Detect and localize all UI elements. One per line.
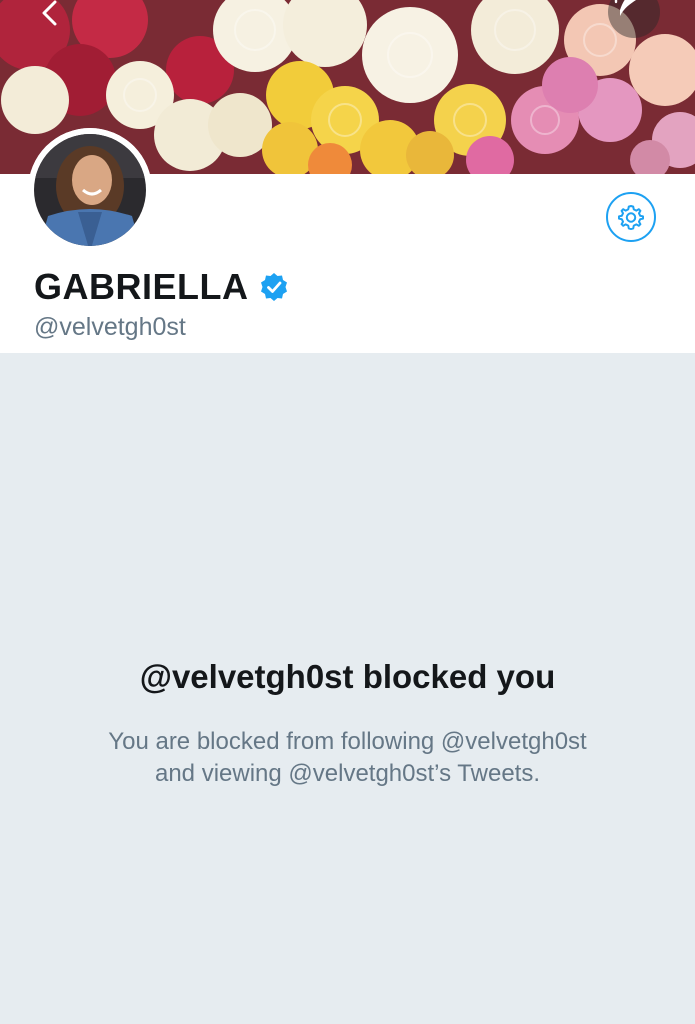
display-name: GABRIELLA xyxy=(34,266,249,307)
profile-handle: @velvetgh0st xyxy=(34,313,186,341)
avatar[interactable] xyxy=(28,128,152,252)
settings-button[interactable] xyxy=(606,192,656,242)
chevron-left-icon xyxy=(42,0,57,26)
blocked-title: @velvetgh0st blocked you xyxy=(139,658,556,695)
blocked-description-line-2: and viewing @velvetgh0st’s Tweets. xyxy=(154,760,541,787)
compose-tweet-icon xyxy=(614,0,636,16)
blocked-description: You are blocked from following @velvetgh… xyxy=(40,726,655,790)
back-button[interactable] xyxy=(40,0,80,30)
verified-badge-icon xyxy=(260,273,287,301)
gear-icon xyxy=(618,205,644,230)
blocked-description-line-1: You are blocked from following @velvetgh… xyxy=(108,728,587,755)
name-row: GABRIELLA xyxy=(34,266,289,308)
profile-photo xyxy=(28,128,152,252)
